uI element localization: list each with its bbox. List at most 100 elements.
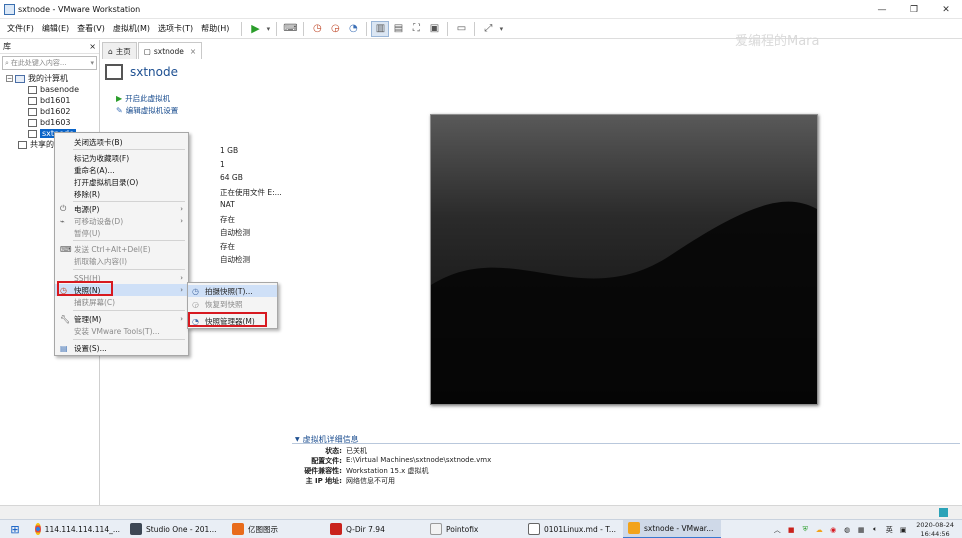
- fullscreen-icon[interactable]: ⛶: [407, 21, 425, 37]
- stretch-icon[interactable]: ⤢: [479, 21, 497, 37]
- search-placeholder: 在此处键入内容...: [10, 59, 67, 67]
- menu-item-close-tab[interactable]: 关闭选项卡(B): [55, 136, 188, 148]
- menu-item-open-dir[interactable]: 打开虚拟机目录(O): [55, 176, 188, 188]
- taskbar-item-vmware[interactable]: sxtnode - VMwar...: [623, 519, 721, 538]
- vm-icon: [105, 64, 123, 80]
- menu-item-rename[interactable]: 重命名(A)...: [55, 164, 188, 176]
- menu-item-grab-input: 抓取输入内容(I): [74, 256, 128, 266]
- status-bar: [0, 505, 962, 519]
- details-divider: [292, 443, 960, 444]
- shield-icon[interactable]: ⛨: [800, 525, 810, 535]
- menu-divider: [73, 201, 185, 202]
- tree-item-vm[interactable]: basenode: [0, 84, 99, 95]
- ime-indicator[interactable]: 英: [884, 525, 894, 535]
- send-keys-icon[interactable]: ⌨: [281, 21, 299, 37]
- submenu-arrow-icon: ›: [180, 217, 183, 225]
- dropdown-arrow-icon[interactable]: ▾: [264, 21, 272, 37]
- menu-item-revert-snapshot: ◶ 恢复到快照: [192, 299, 243, 309]
- window-controls: — ❐ ✕: [866, 0, 962, 19]
- vm-actions: ▶ 开启此虚拟机 ✎ 编辑虚拟机设置: [116, 92, 178, 116]
- highlight-box-snapshot-manager: [188, 312, 267, 327]
- chevron-up-icon[interactable]: ︿: [772, 525, 782, 535]
- menu-item-remove[interactable]: 移除(R): [55, 188, 188, 200]
- menu-divider: [73, 310, 185, 311]
- vmware-app-icon: [4, 3, 15, 15]
- clock-time: 16:44:56: [920, 529, 950, 538]
- device-value-sound: 自动检测: [220, 228, 250, 237]
- menu-view[interactable]: 查看(V): [73, 23, 109, 34]
- dropdown-arrow-icon[interactable]: ▾: [497, 21, 505, 37]
- menu-item-power[interactable]: ⏻ 电源(P) ›: [55, 203, 188, 215]
- details-table: 状态: 已关机 配置文件: E:\Virtual Machines\sxtnod…: [280, 446, 491, 486]
- window-title: sxtnode - VMware Workstation: [18, 4, 141, 14]
- taskbar-item-edraw[interactable]: 亿图图示: [227, 520, 325, 538]
- red-app-icon[interactable]: ■: [786, 525, 796, 535]
- edit-settings-icon: ✎: [116, 105, 123, 115]
- library-title: 库: [3, 42, 11, 51]
- menu-divider: [73, 339, 185, 340]
- menu-vm[interactable]: 虚拟机(M): [109, 23, 154, 34]
- taskbar-item-studio-one[interactable]: Studio One - 201...: [125, 520, 227, 538]
- network-icon[interactable]: ▦: [856, 525, 866, 535]
- play-icon[interactable]: ▶: [246, 21, 264, 37]
- computer-icon: [15, 74, 25, 83]
- toolbar-divider: [447, 21, 449, 36]
- menu-item-take-snapshot[interactable]: ◷ 拍摄快照(T)...: [188, 285, 277, 297]
- toolbar-divider: [474, 21, 476, 36]
- tree-item-my-computer[interactable]: − 我的计算机: [0, 73, 99, 84]
- close-icon[interactable]: ×: [190, 47, 196, 56]
- menu-item-settings[interactable]: ▤ 设置(S)...: [55, 342, 188, 354]
- record-icon[interactable]: ◉: [828, 525, 838, 535]
- menu-edit[interactable]: 编辑(E): [38, 23, 73, 34]
- menu-divider: [73, 149, 185, 150]
- snapshot-manager-icon[interactable]: ◔: [344, 21, 362, 37]
- revert-snapshot-icon[interactable]: ◶: [326, 21, 344, 37]
- maximize-icon[interactable]: ❐: [898, 0, 930, 19]
- watermark: 爱编程的Mara: [735, 34, 820, 49]
- tab-sxtnode[interactable]: ▢ sxtnode ×: [137, 42, 203, 59]
- vm-preview[interactable]: [430, 114, 818, 405]
- volume-icon[interactable]: 🔈︎: [870, 525, 880, 535]
- app-tray-icon[interactable]: ▣: [898, 525, 908, 535]
- edit-settings-link[interactable]: ✎ 编辑虚拟机设置: [116, 104, 178, 116]
- cloud-icon[interactable]: ☁: [814, 525, 824, 535]
- tree-item-vm[interactable]: bd1602: [0, 106, 99, 117]
- close-icon[interactable]: ✕: [930, 0, 962, 19]
- snapshot-icon[interactable]: ◷: [308, 21, 326, 37]
- taskbar-item-pointofix[interactable]: Pointofix: [425, 520, 523, 538]
- menu-help[interactable]: 帮助(H): [197, 23, 233, 34]
- vm-name: sxtnode: [130, 65, 179, 79]
- unity-icon[interactable]: ▣: [425, 21, 443, 37]
- taskbar: ⊞ 114.114.114.114_... Studio One - 201..…: [0, 519, 962, 538]
- taskbar-item-qdir[interactable]: Q-Dir 7.94: [325, 520, 425, 538]
- minimize-icon[interactable]: —: [866, 0, 898, 19]
- library-search-input[interactable]: ⌕ 在此处键入内容... ▾: [2, 56, 97, 70]
- menu-tabs[interactable]: 选项卡(T): [154, 23, 197, 34]
- windows-start-icon[interactable]: ⊞: [0, 520, 30, 538]
- taskbar-item-typora[interactable]: 0101Linux.md - T...: [523, 520, 623, 538]
- vm-icon: [28, 118, 37, 127]
- menu-item-favorite[interactable]: 标记为收藏项(F): [55, 152, 188, 164]
- toolbar-divider: [366, 21, 368, 36]
- tree-item-vm[interactable]: bd1601: [0, 95, 99, 106]
- library-view-icon[interactable]: ▥: [371, 20, 390, 37]
- clock[interactable]: 2020-08-24 16:44:56: [916, 521, 954, 538]
- collapse-arrow-icon[interactable]: ▼: [295, 436, 300, 443]
- close-icon[interactable]: ×: [89, 42, 96, 51]
- console-icon[interactable]: ▭: [452, 21, 470, 37]
- highlight-box-snapshot: [57, 281, 113, 296]
- submenu-arrow-icon: ›: [180, 286, 183, 294]
- tab-home[interactable]: ⌂ 主页: [102, 42, 137, 59]
- settings-icon: ▤: [60, 343, 68, 353]
- menu-item-manage[interactable]: 🔧︎ 管理(M) ›: [55, 313, 188, 325]
- dropdown-arrow-icon[interactable]: ▾: [90, 59, 94, 67]
- tree-item-vm[interactable]: bd1603: [0, 117, 99, 128]
- thumbnail-view-icon[interactable]: ▤: [389, 21, 407, 37]
- app-tray-icon[interactable]: ◍: [842, 525, 852, 535]
- collapse-icon[interactable]: −: [6, 75, 13, 82]
- taskbar-item-chrome[interactable]: 114.114.114.114_...: [30, 520, 125, 538]
- menu-file[interactable]: 文件(F): [3, 23, 38, 34]
- power-on-link[interactable]: ▶ 开启此虚拟机: [116, 92, 178, 104]
- details-row: 配置文件: E:\Virtual Machines\sxtnode\sxtnod…: [311, 456, 492, 465]
- message-icon[interactable]: [939, 508, 948, 517]
